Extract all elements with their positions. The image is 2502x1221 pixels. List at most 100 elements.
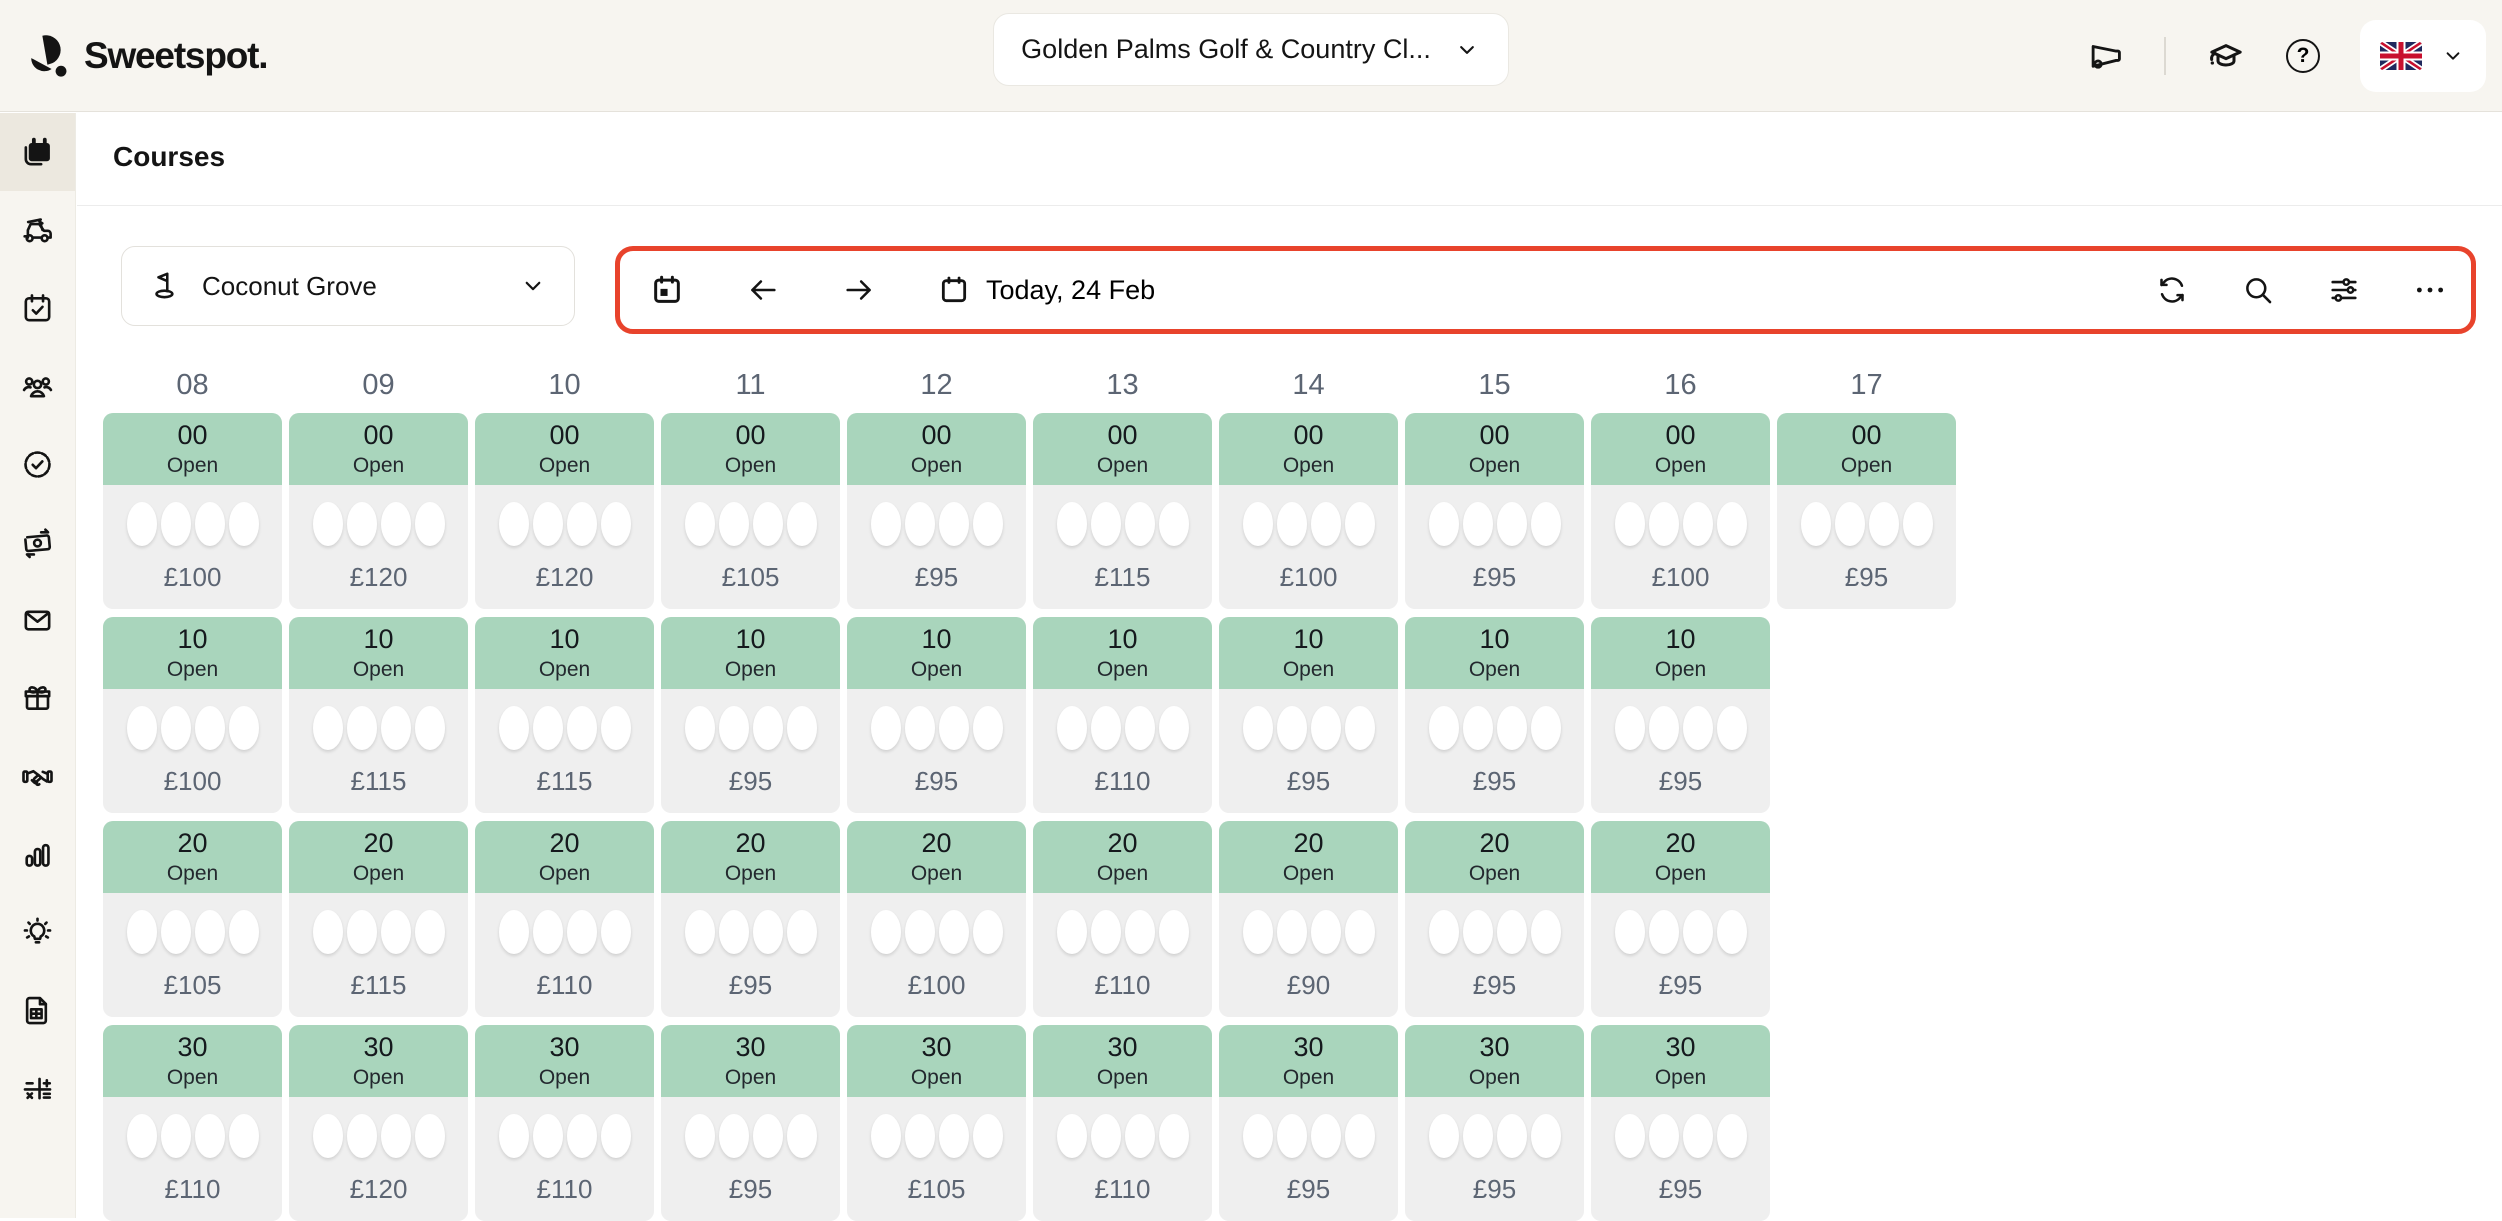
player-slot[interactable]: [229, 502, 259, 546]
player-slot[interactable]: [1497, 1114, 1527, 1158]
player-slot[interactable]: [1125, 910, 1155, 954]
player-slot[interactable]: [1717, 502, 1747, 546]
player-slot[interactable]: [195, 502, 225, 546]
tee-time-cell[interactable]: 10Open£115: [289, 617, 468, 813]
announcements-button[interactable]: [2086, 37, 2124, 75]
player-slot[interactable]: [1091, 502, 1121, 546]
player-slot[interactable]: [347, 706, 377, 750]
player-slot[interactable]: [229, 1114, 259, 1158]
academy-button[interactable]: [2206, 36, 2246, 76]
player-slot[interactable]: [567, 502, 597, 546]
player-slot[interactable]: [1717, 910, 1747, 954]
player-slot[interactable]: [313, 502, 343, 546]
player-slot[interactable]: [753, 910, 783, 954]
player-slot[interactable]: [415, 502, 445, 546]
player-slot[interactable]: [1345, 910, 1375, 954]
player-slot[interactable]: [1497, 706, 1527, 750]
player-slot[interactable]: [1531, 502, 1561, 546]
tee-time-cell[interactable]: 00Open£95: [847, 413, 1026, 609]
player-slot[interactable]: [685, 706, 715, 750]
player-slot[interactable]: [1649, 1114, 1679, 1158]
player-slot[interactable]: [1125, 1114, 1155, 1158]
previous-day-button[interactable]: [746, 273, 780, 307]
player-slot[interactable]: [1159, 502, 1189, 546]
tee-time-cell[interactable]: 10Open£100: [103, 617, 282, 813]
player-slot[interactable]: [1835, 502, 1865, 546]
player-slot[interactable]: [1531, 1114, 1561, 1158]
player-slot[interactable]: [685, 910, 715, 954]
player-slot[interactable]: [939, 1114, 969, 1158]
player-slot[interactable]: [1057, 1114, 1087, 1158]
player-slot[interactable]: [601, 706, 631, 750]
player-slot[interactable]: [1057, 910, 1087, 954]
tee-time-cell[interactable]: 10Open£95: [661, 617, 840, 813]
player-slot[interactable]: [499, 1114, 529, 1158]
tee-time-cell[interactable]: 10Open£95: [847, 617, 1026, 813]
club-selector[interactable]: Golden Palms Golf & Country Cl...: [993, 13, 1509, 86]
player-slot[interactable]: [195, 910, 225, 954]
player-slot[interactable]: [347, 910, 377, 954]
sidebar-item-golf-cart[interactable]: [0, 191, 75, 269]
player-slot[interactable]: [973, 502, 1003, 546]
tee-time-cell[interactable]: 30Open£95: [1219, 1025, 1398, 1221]
player-slot[interactable]: [601, 910, 631, 954]
tee-time-cell[interactable]: 00Open£115: [1033, 413, 1212, 609]
tee-time-cell[interactable]: 10Open£110: [1033, 617, 1212, 813]
player-slot[interactable]: [567, 910, 597, 954]
player-slot[interactable]: [719, 502, 749, 546]
player-slot[interactable]: [161, 706, 191, 750]
player-slot[interactable]: [871, 706, 901, 750]
player-slot[interactable]: [1243, 1114, 1273, 1158]
tee-time-cell[interactable]: 00Open£100: [103, 413, 282, 609]
search-button[interactable]: [2241, 273, 2275, 307]
player-slot[interactable]: [1345, 706, 1375, 750]
player-slot[interactable]: [1243, 910, 1273, 954]
player-slot[interactable]: [1649, 706, 1679, 750]
language-selector[interactable]: [2360, 20, 2486, 92]
player-slot[interactable]: [1801, 502, 1831, 546]
player-slot[interactable]: [973, 1114, 1003, 1158]
tee-time-cell[interactable]: 00Open£100: [1219, 413, 1398, 609]
player-slot[interactable]: [1159, 706, 1189, 750]
player-slot[interactable]: [1615, 502, 1645, 546]
tee-time-cell[interactable]: 00Open£95: [1777, 413, 1956, 609]
player-slot[interactable]: [499, 706, 529, 750]
player-slot[interactable]: [1683, 706, 1713, 750]
tee-time-cell[interactable]: 30Open£120: [289, 1025, 468, 1221]
player-slot[interactable]: [127, 706, 157, 750]
player-slot[interactable]: [381, 706, 411, 750]
player-slot[interactable]: [1683, 910, 1713, 954]
player-slot[interactable]: [787, 502, 817, 546]
player-slot[interactable]: [381, 910, 411, 954]
player-slot[interactable]: [161, 910, 191, 954]
player-slot[interactable]: [533, 502, 563, 546]
player-slot[interactable]: [1159, 910, 1189, 954]
tee-time-cell[interactable]: 20Open£100: [847, 821, 1026, 1017]
calendar-view-button[interactable]: [650, 273, 684, 307]
player-slot[interactable]: [1345, 502, 1375, 546]
tee-time-cell[interactable]: 00Open£120: [289, 413, 468, 609]
tee-time-cell[interactable]: 30Open£95: [1591, 1025, 1770, 1221]
tee-time-cell[interactable]: 20Open£110: [1033, 821, 1212, 1017]
player-slot[interactable]: [1243, 706, 1273, 750]
player-slot[interactable]: [1429, 1114, 1459, 1158]
player-slot[interactable]: [1091, 1114, 1121, 1158]
tee-time-cell[interactable]: 00Open£120: [475, 413, 654, 609]
player-slot[interactable]: [127, 910, 157, 954]
sidebar-item-partnerships[interactable]: [0, 737, 75, 815]
player-slot[interactable]: [1277, 502, 1307, 546]
player-slot[interactable]: [1683, 502, 1713, 546]
player-slot[interactable]: [347, 502, 377, 546]
player-slot[interactable]: [313, 1114, 343, 1158]
player-slot[interactable]: [567, 1114, 597, 1158]
tee-time-cell[interactable]: 30Open£110: [475, 1025, 654, 1221]
player-slot[interactable]: [415, 910, 445, 954]
player-slot[interactable]: [1311, 1114, 1341, 1158]
more-options-button[interactable]: [2413, 273, 2447, 307]
sidebar-item-messages[interactable]: [0, 581, 75, 659]
next-day-button[interactable]: [842, 273, 876, 307]
player-slot[interactable]: [1057, 502, 1087, 546]
player-slot[interactable]: [415, 1114, 445, 1158]
sidebar-item-customers[interactable]: [0, 347, 75, 425]
tee-time-cell[interactable]: 00Open£95: [1405, 413, 1584, 609]
